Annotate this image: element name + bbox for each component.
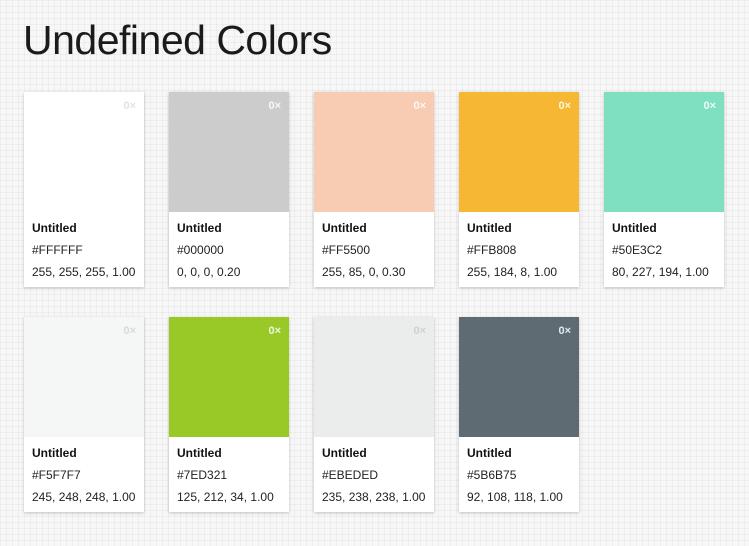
color-name: Untitled: [322, 221, 367, 235]
color-rgba: 255, 85, 0, 0.30: [322, 265, 406, 279]
color-rgba: 255, 184, 8, 1.00: [467, 265, 558, 279]
color-swatch: 0×: [24, 92, 144, 212]
color-hex: #FFFFFF: [32, 243, 83, 257]
color-rgba: 245, 248, 248, 1.00: [32, 490, 136, 504]
color-info: Untitled #000000 0, 0, 0, 0.20: [169, 212, 289, 287]
color-hex: #5B6B75: [467, 468, 517, 482]
color-card[interactable]: 0× Untitled #FFFFFF 255, 255, 255, 1.00: [24, 92, 144, 287]
usage-count: 0×: [268, 100, 281, 112]
color-name: Untitled: [32, 221, 77, 235]
color-rgba: 80, 227, 194, 1.00: [612, 265, 709, 279]
color-card[interactable]: 0× Untitled #F5F7F7 245, 248, 248, 1.00: [24, 317, 144, 512]
usage-count: 0×: [703, 100, 716, 112]
color-hex: #000000: [177, 243, 224, 257]
color-name: Untitled: [467, 446, 512, 460]
color-name: Untitled: [612, 221, 657, 235]
page-title: Undefined Colors: [23, 17, 332, 63]
color-info: Untitled #F5F7F7 245, 248, 248, 1.00: [24, 437, 144, 512]
color-name: Untitled: [32, 446, 77, 460]
color-info: Untitled #50E3C2 80, 227, 194, 1.00: [604, 212, 724, 287]
color-hex: #EBEDED: [322, 468, 379, 482]
color-info: Untitled #7ED321 125, 212, 34, 1.00: [169, 437, 289, 512]
color-hex: #50E3C2: [612, 243, 663, 257]
color-card[interactable]: 0× Untitled #5B6B75 92, 108, 118, 1.00: [459, 317, 579, 512]
color-card[interactable]: 0× Untitled #50E3C2 80, 227, 194, 1.00: [604, 92, 724, 287]
color-rgba: 235, 238, 238, 1.00: [322, 490, 426, 504]
color-hex: #FF5500: [322, 243, 371, 257]
color-hex: #7ED321: [177, 468, 228, 482]
usage-count: 0×: [558, 325, 571, 337]
color-info: Untitled #FFFFFF 255, 255, 255, 1.00: [24, 212, 144, 287]
usage-count: 0×: [413, 325, 426, 337]
usage-count: 0×: [413, 100, 426, 112]
color-swatch: 0×: [169, 317, 289, 437]
color-rgba: 92, 108, 118, 1.00: [467, 490, 563, 504]
color-swatch: 0×: [314, 92, 434, 212]
usage-count: 0×: [268, 325, 281, 337]
color-card[interactable]: 0× Untitled #EBEDED 235, 238, 238, 1.00: [314, 317, 434, 512]
color-info: Untitled #EBEDED 235, 238, 238, 1.00: [314, 437, 434, 512]
color-swatch: 0×: [604, 92, 724, 212]
color-info: Untitled #5B6B75 92, 108, 118, 1.00: [459, 437, 579, 512]
color-name: Untitled: [467, 221, 512, 235]
color-name: Untitled: [177, 446, 222, 460]
color-card[interactable]: 0× Untitled #000000 0, 0, 0, 0.20: [169, 92, 289, 287]
color-name: Untitled: [322, 446, 367, 460]
color-swatch: 0×: [24, 317, 144, 437]
color-swatch: 0×: [459, 92, 579, 212]
usage-count: 0×: [558, 100, 571, 112]
color-name: Untitled: [177, 221, 222, 235]
color-swatch: 0×: [459, 317, 579, 437]
color-rgba: 255, 255, 255, 1.00: [32, 265, 136, 279]
usage-count: 0×: [123, 100, 136, 112]
color-card[interactable]: 0× Untitled #FFB808 255, 184, 8, 1.00: [459, 92, 579, 287]
color-card[interactable]: 0× Untitled #7ED321 125, 212, 34, 1.00: [169, 317, 289, 512]
color-info: Untitled #FF5500 255, 85, 0, 0.30: [314, 212, 434, 287]
color-info: Untitled #FFB808 255, 184, 8, 1.00: [459, 212, 579, 287]
color-card[interactable]: 0× Untitled #FF5500 255, 85, 0, 0.30: [314, 92, 434, 287]
color-swatch: 0×: [314, 317, 434, 437]
color-grid: 0× Untitled #FFFFFF 255, 255, 255, 1.00 …: [24, 92, 724, 512]
color-rgba: 125, 212, 34, 1.00: [177, 490, 274, 504]
usage-count: 0×: [123, 325, 136, 337]
color-hex: #FFB808: [467, 243, 517, 257]
color-hex: #F5F7F7: [32, 468, 81, 482]
color-rgba: 0, 0, 0, 0.20: [177, 265, 241, 279]
color-swatch: 0×: [169, 92, 289, 212]
